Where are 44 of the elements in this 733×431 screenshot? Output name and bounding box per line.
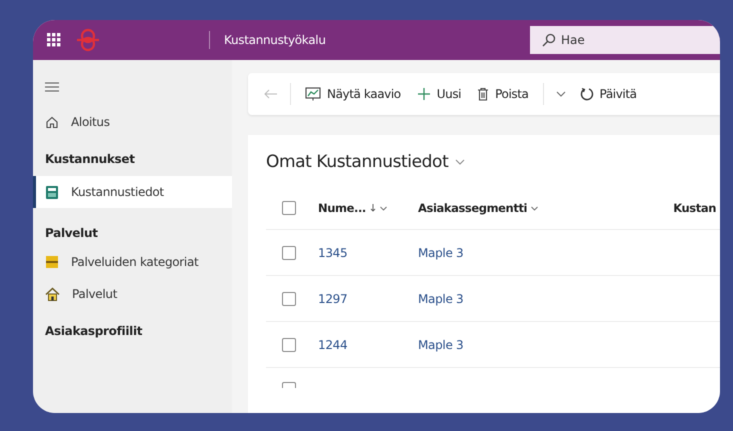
sidebar-item[interactable]: Kustannustiedot <box>33 176 232 208</box>
segment-link[interactable]: Maple 3 <box>418 338 618 352</box>
sidebar-item[interactable]: Palvelut <box>33 278 232 310</box>
toolbar-button[interactable]: Poista <box>475 87 531 101</box>
sidebar-item[interactable]: Aloitus <box>33 106 232 138</box>
column-header[interactable]: Kustan <box>673 201 716 215</box>
house-icon <box>45 286 60 302</box>
row-checkbox[interactable] <box>282 246 296 260</box>
sidebar-item[interactable]: Palveluiden kategoriat <box>33 246 232 278</box>
chevron-down-icon[interactable] <box>556 91 566 97</box>
column-header[interactable]: Nume... <box>318 201 366 215</box>
toolbar-button[interactable]: Näytä kaavio <box>303 87 403 101</box>
row-checkbox[interactable] <box>282 292 296 306</box>
chevron-down-icon[interactable] <box>380 206 387 210</box>
record-link[interactable]: 1297 <box>318 292 418 306</box>
toolbar-button[interactable]: Uusi <box>414 87 464 101</box>
chevron-down-icon[interactable] <box>455 159 466 165</box>
refresh-icon <box>580 87 594 101</box>
row-checkbox[interactable] <box>282 338 296 352</box>
trash-icon <box>477 87 490 101</box>
sort-down-arrow-icon <box>370 204 376 212</box>
back-arrow-icon[interactable] <box>264 89 278 99</box>
record-link[interactable]: 1244 <box>318 338 418 352</box>
box-icon <box>45 255 59 269</box>
segment-link[interactable]: Maple 3 <box>418 246 618 260</box>
column-header[interactable]: Asiakassegmentti <box>418 201 528 215</box>
toolbar-button[interactable]: Päivitä <box>578 87 639 101</box>
sidebar-heading: Palvelut <box>44 225 99 242</box>
menu-icon[interactable] <box>45 82 59 92</box>
select-all-checkbox[interactable] <box>282 201 296 215</box>
chevron-down-icon[interactable] <box>531 206 538 210</box>
calculator-icon <box>45 184 59 200</box>
logo-icon <box>75 28 101 52</box>
view-title[interactable]: Omat Kustannustiedot <box>266 152 448 172</box>
app-launcher-icon[interactable] <box>47 33 61 47</box>
record-link[interactable]: 1345 <box>318 246 418 260</box>
sidebar-heading: Kustannukset <box>44 151 136 168</box>
home-icon <box>45 115 59 129</box>
segment-link[interactable]: Maple 3 <box>418 292 618 306</box>
plus-icon <box>416 87 431 101</box>
chart-icon <box>305 87 321 101</box>
sidebar-heading: Asiakasprofiilit <box>44 323 144 340</box>
search-field[interactable]: Hae <box>530 26 720 54</box>
app-title: Kustannustyökalu <box>224 33 326 47</box>
